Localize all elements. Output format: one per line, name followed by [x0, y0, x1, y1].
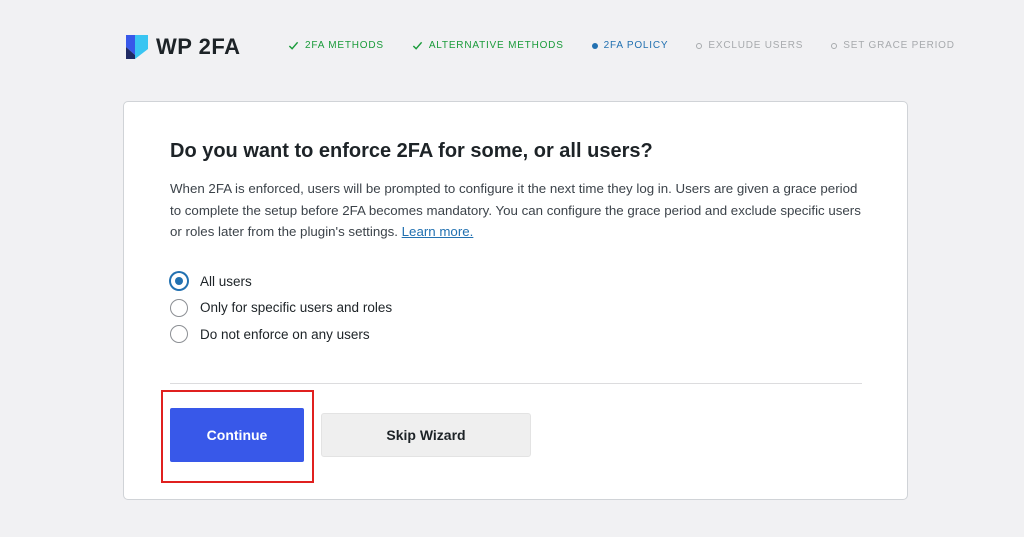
- step-label: EXCLUDE USERS: [708, 40, 804, 51]
- step-label: 2FA METHODS: [305, 40, 384, 51]
- step-label: ALTERNATIVE METHODS: [428, 40, 564, 51]
- check-icon: [412, 41, 423, 50]
- check-icon: [288, 41, 299, 50]
- pending-step-ring-icon: [696, 42, 703, 49]
- skip-wizard-button[interactable]: Skip Wizard: [321, 413, 531, 457]
- pending-step-ring-icon: [831, 42, 838, 49]
- option-label: Do not enforce on any users: [200, 326, 370, 342]
- divider: [170, 383, 862, 384]
- continue-button[interactable]: Continue: [170, 408, 304, 462]
- radio-no-enforce[interactable]: [170, 325, 188, 344]
- page-title: Do you want to enforce 2FA for some, or …: [170, 140, 653, 162]
- step-set-grace-period: SET GRACE PERIOD: [831, 40, 955, 51]
- step-exclude-users: EXCLUDE USERS: [696, 40, 803, 51]
- brand-name: WP 2FA: [156, 34, 241, 59]
- option-no-enforce[interactable]: Do not enforce on any users: [170, 321, 392, 348]
- policy-card: Do you want to enforce 2FA for some, or …: [123, 101, 908, 500]
- enforcement-options: All users Only for specific users and ro…: [170, 268, 392, 348]
- wp2fa-logo-icon: [126, 35, 148, 59]
- learn-more-link[interactable]: Learn more.: [402, 224, 474, 239]
- wp2fa-logo: WP 2FA: [126, 33, 241, 61]
- wizard-steps: 2FA METHODS ALTERNATIVE METHODS 2FA POLI…: [288, 40, 954, 51]
- step-alternative-methods: ALTERNATIVE METHODS: [412, 40, 564, 51]
- radio-specific-users[interactable]: [170, 298, 188, 317]
- step-label: SET GRACE PERIOD: [843, 40, 955, 51]
- option-all-users[interactable]: All users: [170, 268, 392, 295]
- policy-description: When 2FA is enforced, users will be prom…: [170, 178, 870, 243]
- option-label: All users: [200, 273, 252, 289]
- step-label: 2FA POLICY: [603, 40, 669, 51]
- radio-all-users[interactable]: [170, 272, 188, 291]
- option-label: Only for specific users and roles: [200, 300, 393, 316]
- step-2fa-policy: 2FA POLICY: [591, 40, 669, 51]
- current-step-dot-icon: [591, 42, 598, 49]
- description-text: When 2FA is enforced, users will be prom…: [170, 181, 861, 239]
- option-specific-users[interactable]: Only for specific users and roles: [170, 295, 392, 322]
- step-2fa-methods: 2FA METHODS: [288, 40, 384, 51]
